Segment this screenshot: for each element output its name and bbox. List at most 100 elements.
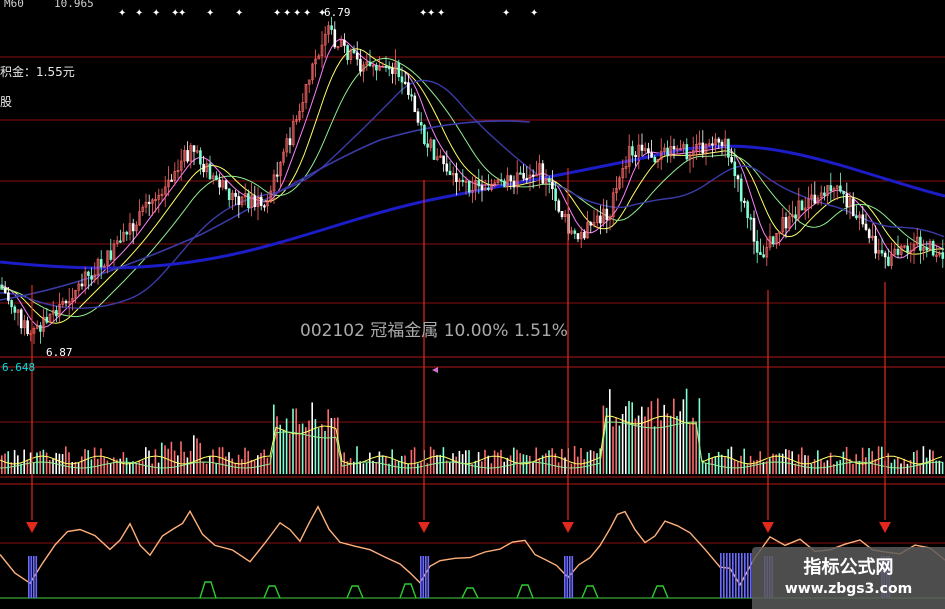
star-marker: ✦ <box>303 8 311 19</box>
signal-bar <box>420 556 422 598</box>
candle-body <box>512 180 516 188</box>
volume-bar <box>17 455 19 474</box>
volume-bar <box>730 446 733 474</box>
candle-body <box>10 300 13 308</box>
volume-bar <box>439 454 441 474</box>
volume-bar <box>33 462 35 474</box>
candle-body <box>727 138 730 158</box>
volume-bar <box>529 455 531 474</box>
candle-body <box>368 61 372 66</box>
volume-bar <box>404 455 406 474</box>
star-marker: ✦ <box>206 8 214 19</box>
volume-bar <box>609 389 611 474</box>
candle-body <box>743 200 746 203</box>
candle-body <box>547 178 551 183</box>
star-marker: ✦ <box>530 8 538 19</box>
candle-body <box>253 195 257 208</box>
candle-body <box>861 214 865 225</box>
candle-body <box>3 287 7 294</box>
candle-body <box>359 58 362 72</box>
candle-body <box>247 193 250 208</box>
star-marker: ✦ <box>178 8 186 19</box>
accumulation-label: 积金：1.55元 <box>0 64 75 79</box>
volume-bar <box>813 459 816 474</box>
signal-bar <box>744 553 746 598</box>
signal-bar <box>729 553 731 598</box>
volume-bar <box>711 457 713 474</box>
candle-body <box>218 179 221 188</box>
volume-bar <box>314 419 317 474</box>
volume-bar <box>775 454 777 474</box>
candle-body <box>186 150 189 162</box>
candle-body <box>794 214 797 219</box>
candle-body <box>883 252 887 258</box>
oscillator-hump <box>516 584 534 599</box>
volume-bar <box>532 462 534 474</box>
volume-bar <box>561 448 563 474</box>
volume-bar <box>823 462 825 474</box>
watermark-title: 指标公式网 <box>803 557 894 578</box>
candle-body <box>125 231 129 235</box>
volume-bar <box>65 446 67 474</box>
volume-bar <box>276 416 278 474</box>
volume-bar <box>205 463 208 474</box>
volume-bar <box>138 461 141 474</box>
candle-body <box>823 192 826 196</box>
volume-scale-label: 6.648 <box>2 361 35 374</box>
candle-body <box>346 45 349 60</box>
candle-body <box>445 163 449 172</box>
candle-body <box>400 76 404 83</box>
volume-bar <box>785 449 787 474</box>
candle-body <box>352 49 356 54</box>
candle-body <box>784 217 788 229</box>
volume-bar <box>660 420 662 474</box>
volume-bars <box>1 388 944 474</box>
candle-body <box>237 196 241 205</box>
volume-bar <box>874 459 877 474</box>
volume-bar <box>436 455 438 474</box>
candle-body <box>432 139 436 160</box>
volume-bar <box>724 457 726 474</box>
signal-bar <box>738 553 740 598</box>
candle-body <box>653 157 657 163</box>
volume-bar <box>218 447 221 474</box>
volume-bar <box>753 460 755 474</box>
volume-bar <box>317 428 320 474</box>
volume-bar <box>260 452 262 474</box>
volume-bar <box>817 450 819 474</box>
volume-bar <box>900 463 902 474</box>
star-marker: ✦ <box>283 8 291 19</box>
volume-bar <box>148 450 150 474</box>
candle-body <box>759 252 762 255</box>
volume-bar <box>289 433 291 474</box>
volume-bar <box>4 453 6 474</box>
candle-body <box>503 180 506 187</box>
volume-bar <box>634 418 637 474</box>
volume-bar <box>362 463 365 474</box>
volume-bar <box>637 415 640 474</box>
volume-bar <box>804 455 806 474</box>
watermark-url: www.zbgs3.com <box>784 581 913 597</box>
volume-bar <box>1 455 3 474</box>
volume-bar <box>807 455 809 474</box>
volume-bar <box>516 449 518 474</box>
volume-bar <box>109 463 112 474</box>
volume-bar <box>890 462 893 474</box>
volume-bar <box>145 447 147 474</box>
volume-bar <box>477 452 480 474</box>
volume-bar <box>129 462 131 474</box>
volume-bar <box>433 449 435 474</box>
volume-bar <box>682 399 685 474</box>
volume-bar <box>36 452 38 474</box>
volume-bar <box>141 460 144 474</box>
volume-bar <box>429 446 432 474</box>
candle-body <box>87 271 90 276</box>
volume-bar <box>577 456 579 474</box>
candle-body <box>551 181 554 190</box>
volume-bar <box>401 455 403 474</box>
volume-bar <box>397 461 400 474</box>
volume-bar <box>93 447 96 474</box>
candle-body <box>672 146 676 150</box>
candle-body <box>733 161 737 176</box>
volume-bar <box>746 463 749 474</box>
